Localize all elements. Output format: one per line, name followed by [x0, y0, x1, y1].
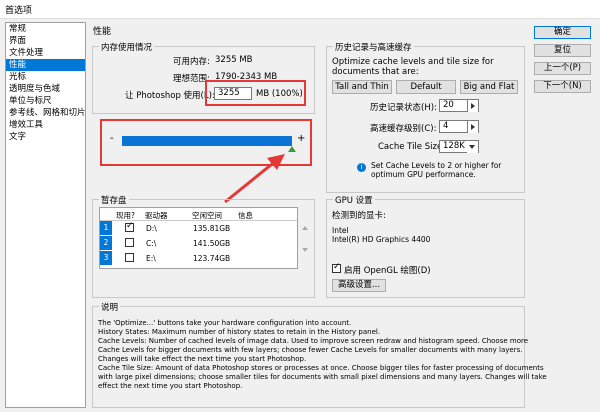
row-free-space: 123.74GB	[193, 254, 231, 263]
description-line: Cache Levels: Number of cached levels of…	[98, 337, 529, 345]
highlight-box-memory	[205, 80, 306, 106]
history-legend: 历史记录与高速缓存	[333, 41, 414, 53]
gpu-model: Intel(R) HD Graphics 4400	[332, 235, 431, 244]
table-row[interactable]: 1 ✓ D:\ 135.81GB	[100, 221, 290, 235]
move-up-icon[interactable]	[302, 226, 308, 230]
header-info: 信息	[238, 211, 253, 220]
photoshop-use-label: 让 Photoshop 使用(L):	[125, 91, 215, 101]
description-text: The 'Optimize...' buttons take your hard…	[98, 319, 547, 391]
row-free-space: 135.81GB	[193, 224, 231, 233]
chevron-down-icon[interactable]	[467, 141, 478, 153]
description-legend: 说明	[99, 301, 121, 313]
scratch-disks-table[interactable]: 现用? 驱动器 空闲空间 信息 1 ✓ D:\ 135.81GB 2 C:\ 141.50G…	[99, 207, 298, 269]
sidebar-item[interactable]: 文字	[6, 131, 85, 143]
sidebar-item[interactable]: 单位与标尺	[6, 95, 85, 107]
description-line: The 'Optimize...' buttons take your hard…	[98, 319, 352, 327]
header-active: 现用?	[116, 211, 135, 220]
category-list[interactable]: 常规 界面 文件处理 性能 光标 透明度与色域 单位与标尺 参考线、网格和切片 增效工具 文字	[5, 22, 86, 408]
gpu-vendor: Intel	[332, 226, 349, 235]
section-title: 性能	[93, 27, 112, 37]
header-drive: 驱动器	[145, 211, 168, 220]
description-line: with large pixel dimensions; choose smal…	[98, 373, 547, 381]
cache-levels-spin-icon[interactable]	[467, 121, 478, 133]
ok-button[interactable]: 确定	[534, 26, 591, 39]
move-down-icon[interactable]	[302, 248, 308, 252]
row-active-checkbox[interactable]	[125, 253, 134, 262]
cache-levels-label: 高速缓存级别(C):	[370, 124, 437, 134]
history-states-spin-icon[interactable]	[467, 100, 478, 112]
description-line: History States: Maximum number of histor…	[98, 328, 381, 336]
row-drive: D:\	[146, 224, 157, 233]
row-index: 2	[100, 236, 112, 250]
gpu-hint-text: Set Cache Levels to 2 or higher for opti…	[371, 161, 502, 179]
row-index: 1	[100, 221, 112, 235]
check-icon: ✓	[333, 262, 341, 272]
tall-and-thin-button[interactable]: Tall and Thin	[332, 80, 392, 94]
row-index: 3	[100, 251, 112, 265]
title-bar: 首选项	[0, 0, 600, 19]
previous-button[interactable]: 上一个(P)	[534, 62, 591, 75]
description-line: Cache Levels for bigger documents with f…	[98, 346, 523, 354]
row-active-checkbox[interactable]: ✓	[125, 221, 134, 232]
row-free-space: 141.50GB	[193, 239, 231, 248]
sidebar-item[interactable]: 增效工具	[6, 119, 85, 131]
cache-tile-size-value: 128K	[443, 141, 465, 151]
cache-tile-size-select[interactable]: 128K	[439, 140, 479, 153]
sidebar-item[interactable]: 光标	[6, 71, 85, 83]
check-icon: ✓	[126, 221, 134, 231]
cache-levels-input[interactable]: 4	[439, 120, 479, 133]
big-and-flat-button[interactable]: Big and Flat	[460, 80, 518, 94]
detected-card-label: 检测到的显卡:	[332, 211, 386, 221]
memory-legend: 内存使用情况	[99, 41, 155, 53]
reset-button[interactable]: 复位	[534, 44, 591, 57]
description-line: Changes will take effect the next time y…	[98, 355, 307, 363]
history-description: Optimize cache levels and tile size for …	[332, 57, 494, 77]
scratch-legend: 暂存盘	[99, 194, 129, 206]
available-memory-value: 3255 MB	[215, 55, 253, 65]
available-memory-label: 可用内存:	[173, 57, 210, 67]
opengl-checkbox[interactable]: ✓	[332, 262, 341, 273]
row-active-checkbox[interactable]	[125, 238, 134, 247]
advanced-settings-button[interactable]: 高级设置...	[332, 279, 386, 292]
sidebar-item[interactable]: 透明度与色域	[6, 83, 85, 95]
table-row[interactable]: 2 C:\ 141.50GB	[100, 236, 290, 250]
info-icon: i	[357, 163, 366, 172]
header-free-space: 空闲空间	[192, 211, 222, 220]
cache-tile-size-label: Cache Tile Size:	[378, 142, 446, 152]
sidebar-item[interactable]: 文件处理	[6, 47, 85, 59]
window-title: 首选项	[5, 6, 33, 16]
row-drive: E:\	[146, 254, 156, 263]
row-drive: C:\	[146, 239, 157, 248]
sidebar-item[interactable]: 参考线、网格和切片	[6, 107, 86, 119]
history-states-label: 历史记录状态(H):	[370, 103, 437, 113]
description-line: Cache Tile Size: Amount of data Photosho…	[98, 364, 544, 372]
description-line: effect the next time you start Photoshop…	[98, 382, 243, 390]
history-states-input[interactable]: 20	[439, 99, 479, 112]
gpu-legend: GPU 设置	[333, 194, 375, 206]
opengl-label: 启用 OpenGL 绘图(D)	[344, 266, 431, 276]
sidebar-item[interactable]: 界面	[6, 35, 85, 47]
cache-levels-value: 4	[443, 121, 449, 131]
sidebar-item[interactable]: 常规	[6, 23, 85, 35]
table-row[interactable]: 3 E:\ 123.74GB	[100, 251, 290, 265]
sidebar-item[interactable]: 性能	[6, 59, 85, 71]
next-button[interactable]: 下一个(N)	[534, 80, 591, 93]
default-button[interactable]: Default	[396, 80, 456, 94]
history-states-value: 20	[443, 100, 454, 110]
table-header: 现用? 驱动器 空闲空间 信息	[100, 208, 297, 221]
